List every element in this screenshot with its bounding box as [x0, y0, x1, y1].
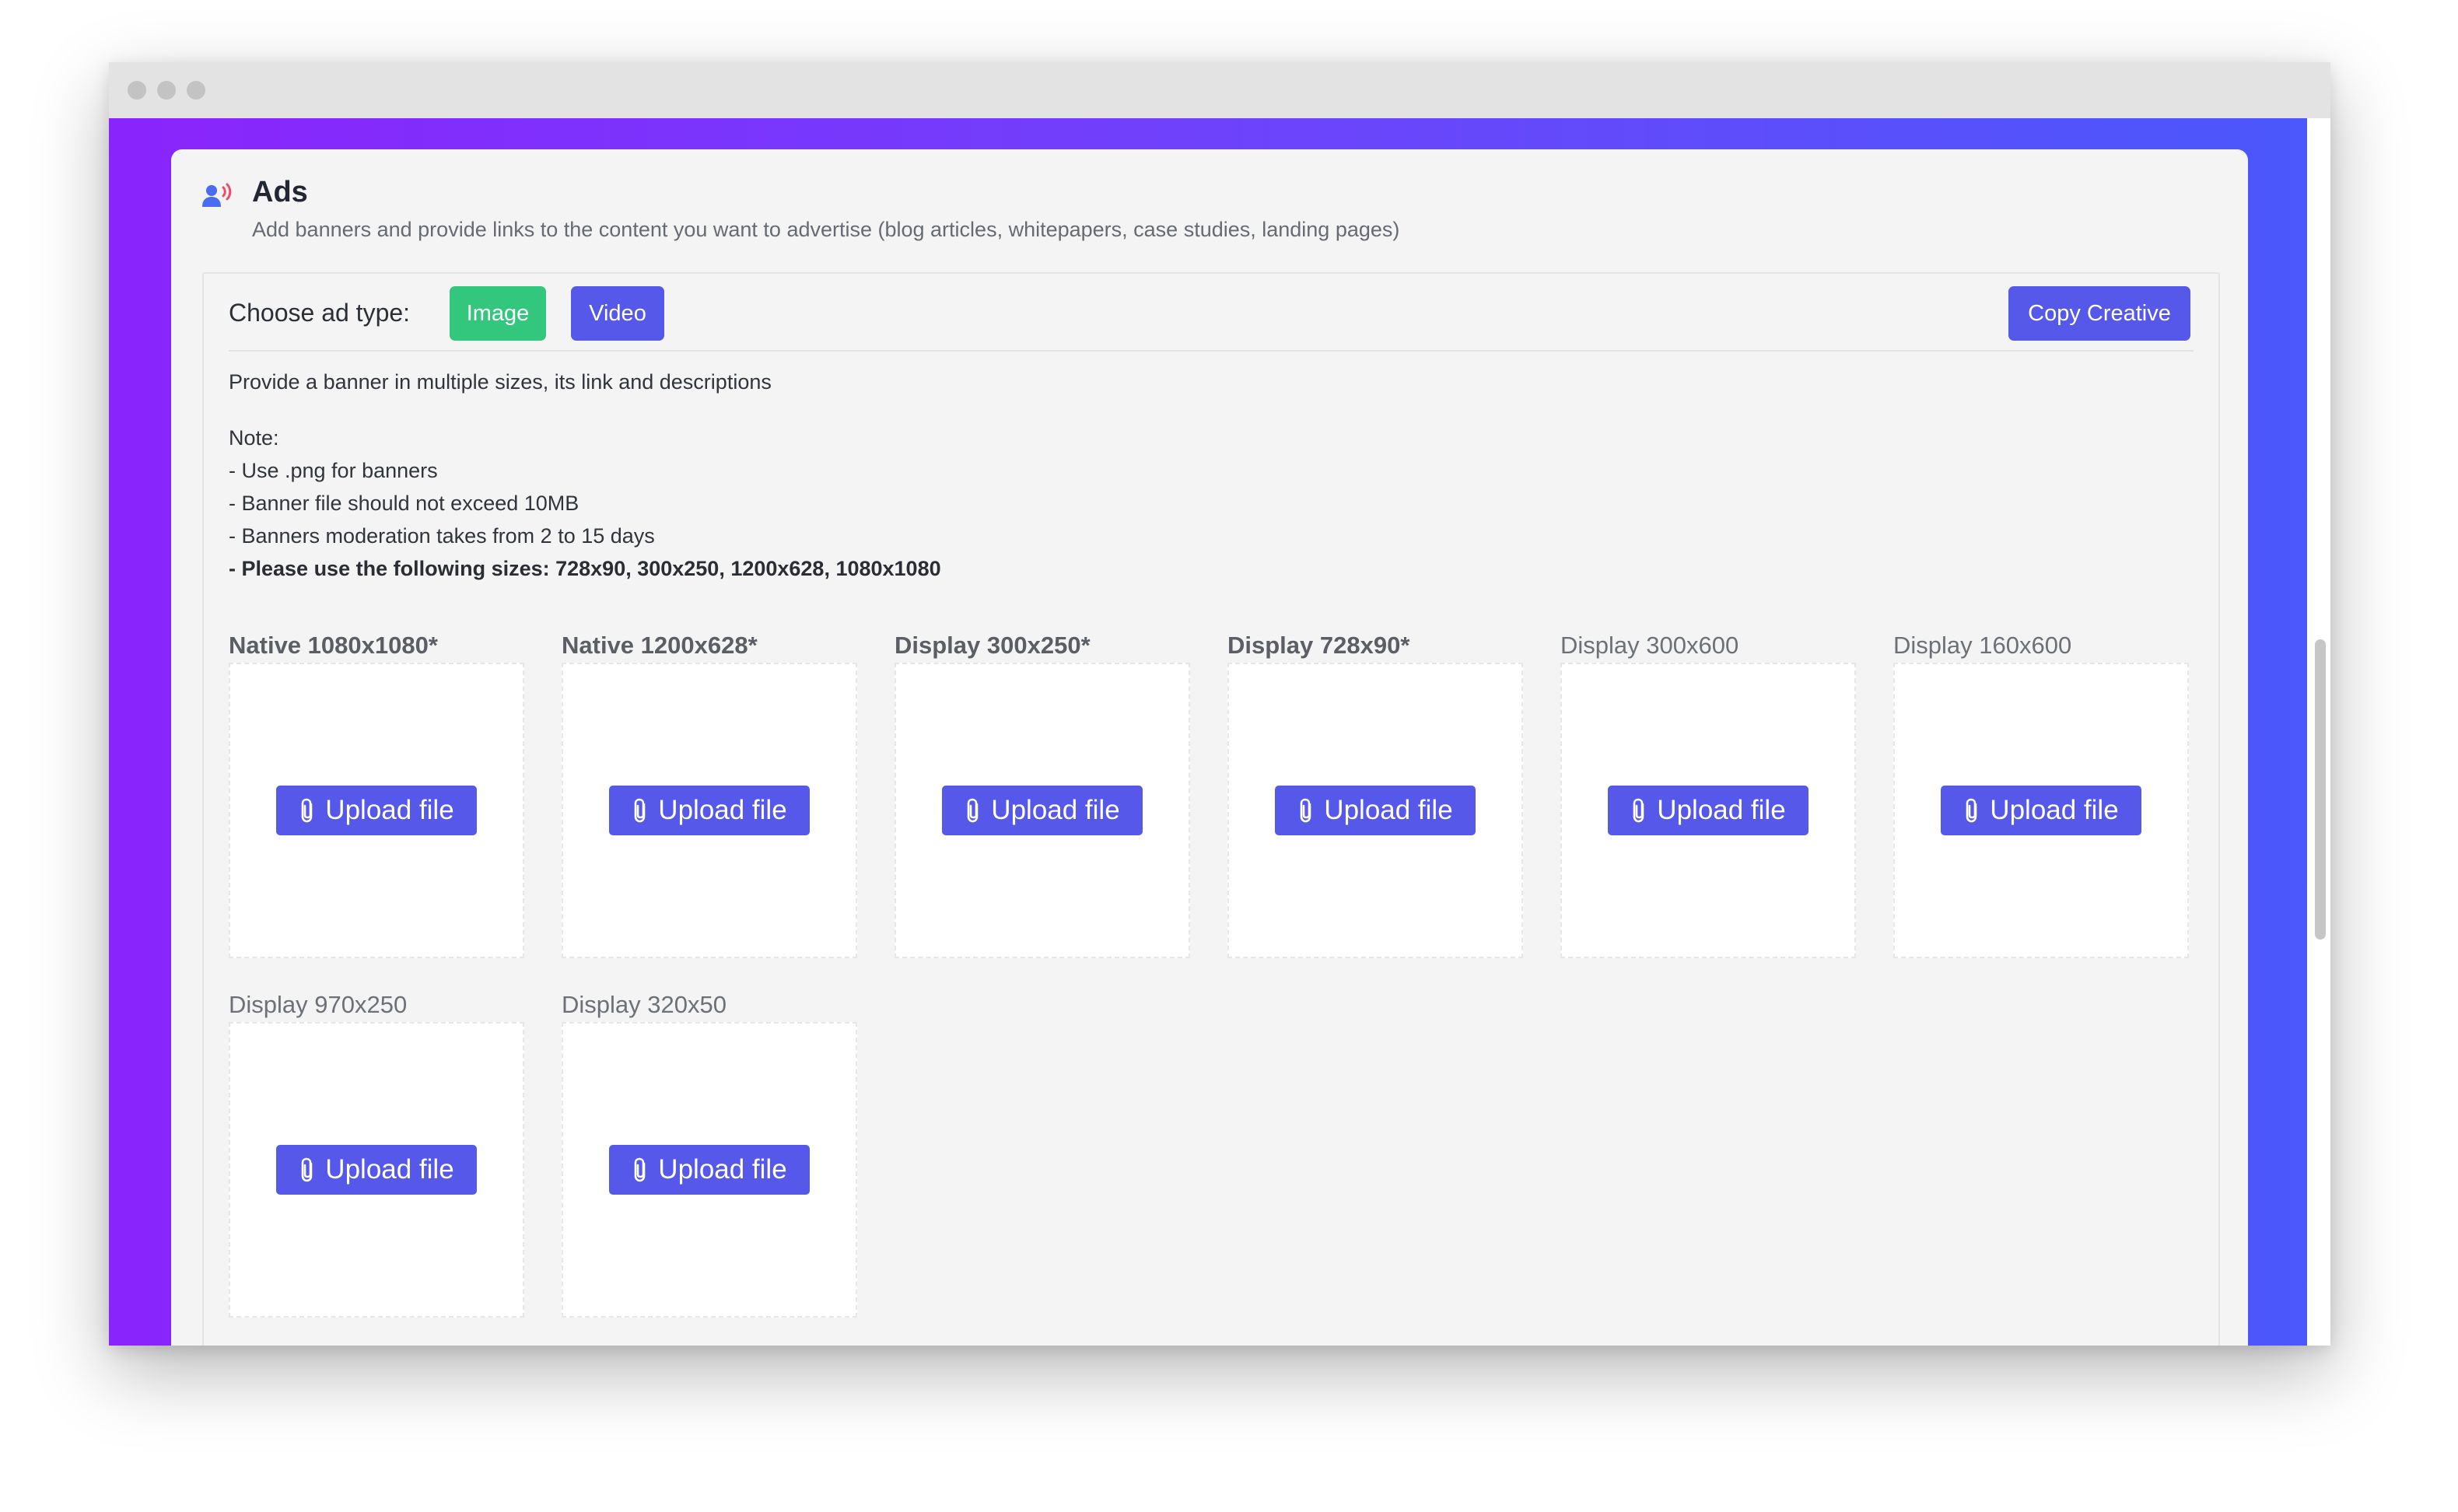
upload-file-button[interactable]: Upload file [942, 786, 1143, 835]
ad-form: Choose ad type: Image Video Copy Creativ… [202, 272, 2220, 1346]
banner-size-label: Display 970x250 [229, 991, 408, 1018]
banner-dropzone[interactable]: Upload file [562, 663, 857, 958]
paperclip-icon [967, 798, 979, 823]
page-title: Ads [252, 176, 308, 208]
upload-file-label: Upload file [991, 795, 1120, 825]
paperclip-icon [301, 798, 313, 823]
banner-size-label: Display 160x600 [1893, 632, 2072, 659]
upload-file-label: Upload file [325, 795, 454, 825]
upload-file-label: Upload file [658, 795, 787, 825]
banner-dropzone[interactable]: Upload file [562, 1022, 857, 1318]
banner-size-label: Display 728x90* [1227, 632, 1410, 659]
video-type-button[interactable]: Video [571, 286, 664, 341]
banner-size-label: Native 1200x628* [562, 632, 758, 659]
image-type-button[interactable]: Image [450, 286, 546, 341]
banner-slot: Display 300x250* Upload file [895, 628, 1190, 958]
scrollbar[interactable] [2307, 118, 2330, 1346]
upload-file-label: Upload file [1324, 795, 1453, 825]
page-viewport: Ads Add banners and provide links to the… [109, 118, 2330, 1346]
sizes-note: - Please use the following sizes: 728x90… [229, 557, 941, 580]
banner-slot: Display 320x50 Upload file [562, 988, 857, 1318]
paperclip-icon [1300, 798, 1311, 823]
upload-file-button[interactable]: Upload file [609, 786, 810, 835]
ads-panel: Ads Add banners and provide links to the… [171, 149, 2248, 1346]
banner-dropzone[interactable]: Upload file [229, 1022, 524, 1318]
banner-dropzone[interactable]: Upload file [895, 663, 1190, 958]
upload-file-button[interactable]: Upload file [1275, 786, 1476, 835]
banner-size-label: Display 300x600 [1560, 632, 1739, 659]
megaphone-user-icon [202, 183, 232, 207]
upload-file-label: Upload file [658, 1154, 787, 1185]
upload-file-button[interactable]: Upload file [276, 786, 477, 835]
upload-file-button[interactable]: Upload file [276, 1145, 477, 1195]
copy-creative-button[interactable]: Copy Creative [2008, 286, 2190, 341]
banner-size-label: Display 300x250* [895, 632, 1091, 659]
banner-slot: Native 1200x628* Upload file [562, 628, 857, 958]
scrollbar-thumb[interactable] [2315, 639, 2326, 940]
ad-type-label: Choose ad type: [229, 299, 411, 327]
upload-file-label: Upload file [325, 1154, 454, 1185]
banner-upload-grid: Native 1080x1080* Upload file Native 120… [229, 628, 2195, 1318]
upload-file-button[interactable]: Upload file [1608, 786, 1808, 835]
browser-window: Ads Add banners and provide links to the… [109, 62, 2330, 1346]
note-title: Note: [229, 426, 279, 450]
upload-file-button[interactable]: Upload file [609, 1145, 810, 1195]
toolbar-divider [229, 350, 2194, 352]
banner-size-label: Display 320x50 [562, 991, 727, 1018]
banner-dropzone[interactable]: Upload file [229, 663, 524, 958]
banner-size-label: Native 1080x1080* [229, 632, 438, 659]
maximize-window-dot[interactable] [187, 81, 205, 100]
banner-slot: Display 970x250 Upload file [229, 988, 524, 1318]
banner-dropzone[interactable]: Upload file [1227, 663, 1523, 958]
note-item: - Banners moderation takes from 2 to 15 … [229, 524, 655, 548]
close-window-dot[interactable] [128, 81, 146, 100]
note-item: - Use .png for banners [229, 459, 438, 482]
banner-slot: Native 1080x1080* Upload file [229, 628, 524, 958]
instructions-intro: Provide a banner in multiple sizes, its … [229, 370, 772, 394]
minimize-window-dot[interactable] [157, 81, 176, 100]
note-item: - Banner file should not exceed 10MB [229, 492, 579, 515]
banner-slot: Display 160x600 Upload file [1893, 628, 2189, 958]
banner-dropzone[interactable]: Upload file [1893, 663, 2189, 958]
banner-dropzone[interactable]: Upload file [1560, 663, 1856, 958]
window-titlebar [109, 62, 2330, 118]
upload-file-label: Upload file [1990, 795, 2119, 825]
upload-file-button[interactable]: Upload file [1941, 786, 2141, 835]
banner-slot: Display 300x600 Upload file [1560, 628, 1856, 958]
page-subtitle: Add banners and provide links to the con… [252, 218, 1400, 241]
paperclip-icon [634, 1157, 646, 1182]
paperclip-icon [634, 798, 646, 823]
paperclip-icon [1966, 798, 1977, 823]
paperclip-icon [1633, 798, 1644, 823]
upload-file-label: Upload file [1657, 795, 1786, 825]
paperclip-icon [301, 1157, 313, 1182]
banner-slot: Display 728x90* Upload file [1227, 628, 1523, 958]
